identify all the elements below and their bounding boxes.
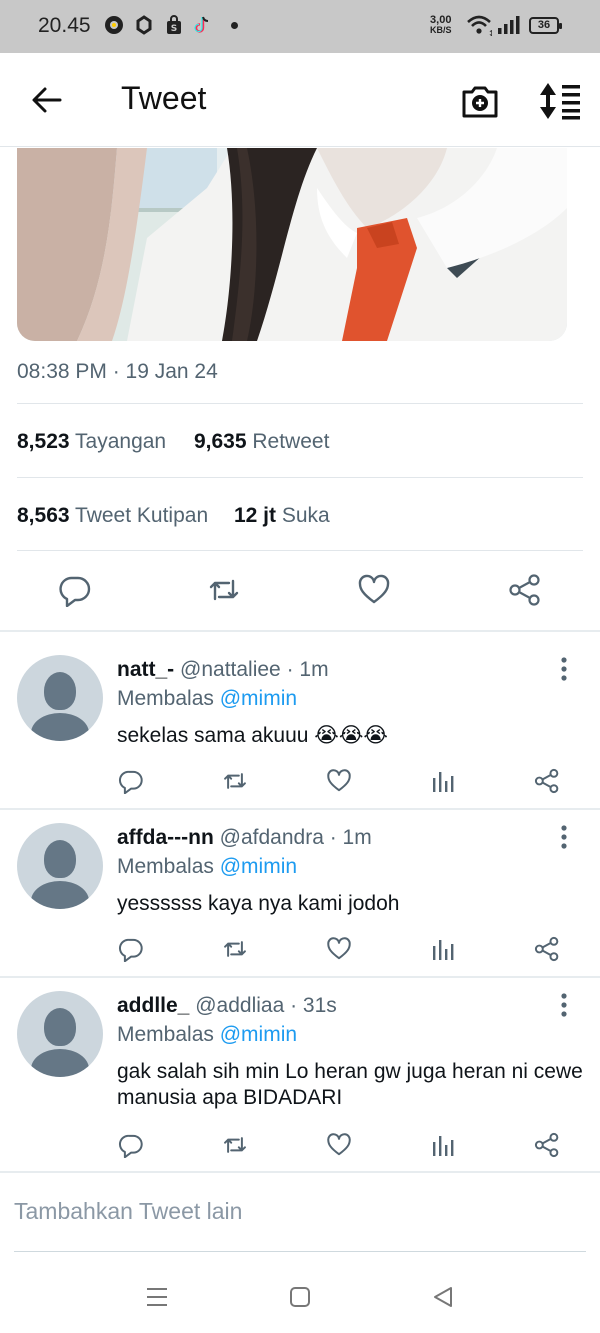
quotes-stat[interactable]: 8,563 Tweet Kutipan [17, 504, 208, 527]
share-icon[interactable] [508, 573, 542, 607]
mention-link[interactable]: @mimin [220, 1023, 297, 1046]
more-options-icon[interactable] [556, 656, 572, 682]
analytics-icon[interactable] [430, 1132, 456, 1158]
replying-to: Membalas @mimin [117, 687, 298, 710]
app-notification-icon [105, 16, 123, 34]
reply-author-handle: @afdandra · 1m [219, 826, 372, 849]
views-stat[interactable]: 8,523 Tayangan [17, 430, 166, 453]
likes-stat[interactable]: 12 jt Suka [234, 504, 330, 527]
reply-header: natt_- @nattaliee · 1m [117, 658, 329, 682]
analytics-icon[interactable] [430, 936, 456, 962]
avatar[interactable] [17, 823, 103, 909]
tweet-timestamp: 08:38 PM · 19 Jan 24 [17, 360, 218, 383]
retweet-icon[interactable] [222, 1132, 248, 1158]
back-arrow-icon[interactable] [30, 83, 64, 117]
reply-divider [0, 1171, 600, 1173]
svg-text:↕: ↕ [488, 29, 492, 38]
back-nav-icon[interactable] [431, 1285, 455, 1309]
signal-icon [498, 16, 520, 34]
share-icon[interactable] [534, 768, 560, 794]
stats-row-views-retweets: 8,523 Tayangan 9,635 Retweet [17, 430, 329, 454]
divider [17, 550, 583, 551]
reply-icon[interactable] [118, 936, 144, 962]
tweet-action-bar [0, 565, 600, 621]
more-options-icon[interactable] [556, 824, 572, 850]
share-icon[interactable] [534, 1132, 560, 1158]
recent-apps-icon[interactable] [145, 1286, 169, 1308]
reply-icon[interactable] [58, 573, 92, 607]
home-icon[interactable] [288, 1285, 312, 1309]
reply-author-handle: @addliaa · 31s [195, 994, 337, 1017]
top-app-bar: Tweet [0, 53, 600, 147]
battery-indicator: 36 [529, 17, 562, 34]
retweets-stat[interactable]: 9,635 Retweet [194, 430, 329, 453]
analytics-icon[interactable] [430, 768, 456, 794]
svg-text:S: S [171, 24, 177, 34]
retweet-icon[interactable] [207, 573, 241, 607]
reply-icon[interactable] [118, 768, 144, 794]
tiktok-icon [194, 16, 209, 33]
share-icon[interactable] [534, 936, 560, 962]
reply-text: sekelas sama akuuu 😭😭😭 [117, 724, 388, 747]
sort-replies-icon[interactable] [538, 81, 582, 121]
mention-link[interactable]: @mimin [220, 855, 297, 878]
shopping-bag-icon: S [167, 15, 181, 34]
reply-text: yessssss kaya nya kami jodoh [117, 892, 400, 915]
divider [17, 477, 583, 478]
reply-author-name[interactable]: natt_- [117, 658, 174, 681]
network-speed: 3,00 KB/S [430, 14, 452, 36]
reply-author-name[interactable]: addlle_ [117, 994, 189, 1017]
more-options-icon[interactable] [556, 992, 572, 1018]
tweet-photo [17, 148, 567, 341]
reply-icon[interactable] [118, 1132, 144, 1158]
reply-header: addlle_ @addliaa · 31s [117, 994, 337, 1018]
like-heart-icon[interactable] [326, 1132, 352, 1158]
retweet-icon[interactable] [222, 768, 248, 794]
tweet-media-image[interactable] [17, 148, 567, 341]
more-notifications-dot [231, 22, 238, 29]
reply-text: gak salah sih min Lo heran gw juga heran… [117, 1060, 583, 1109]
like-heart-icon[interactable] [326, 936, 352, 962]
reply-header: affda---nn @afdandra · 1m [117, 826, 372, 850]
avatar[interactable] [17, 655, 103, 741]
avatar[interactable] [17, 991, 103, 1077]
reply-item[interactable]: affda---nn @afdandra · 1m Membalas @mimi… [0, 810, 600, 976]
status-bar: 20.45 S 3,00 KB/S ↕ 36 [0, 0, 600, 53]
system-navigation-bar [0, 1270, 600, 1333]
status-time: 20.45 [38, 14, 91, 37]
retweet-icon[interactable] [222, 936, 248, 962]
wifi-icon: ↕ [467, 15, 492, 38]
reply-author-handle: @nattaliee · 1m [180, 658, 329, 681]
page-title: Tweet [121, 80, 207, 116]
replying-to: Membalas @mimin [117, 855, 298, 878]
replying-to: Membalas @mimin [117, 1023, 298, 1046]
stats-row-quotes-likes: 8,563 Tweet Kutipan 12 jt Suka [17, 504, 330, 528]
divider [17, 403, 583, 404]
add-tweet-input[interactable]: Tambahkan Tweet lain [14, 1198, 242, 1225]
mention-link[interactable]: @mimin [220, 687, 297, 710]
like-heart-icon[interactable] [326, 768, 352, 794]
reply-item[interactable]: natt_- @nattaliee · 1m Membalas @mimin s… [0, 632, 600, 808]
like-heart-icon[interactable] [357, 573, 391, 607]
reply-item[interactable]: addlle_ @addliaa · 31s Membalas @mimin g… [0, 978, 600, 1171]
camera-add-icon[interactable] [460, 81, 500, 121]
compose-underline [14, 1251, 586, 1252]
reply-author-name[interactable]: affda---nn [117, 826, 214, 849]
sync-notification-icon [136, 15, 152, 35]
